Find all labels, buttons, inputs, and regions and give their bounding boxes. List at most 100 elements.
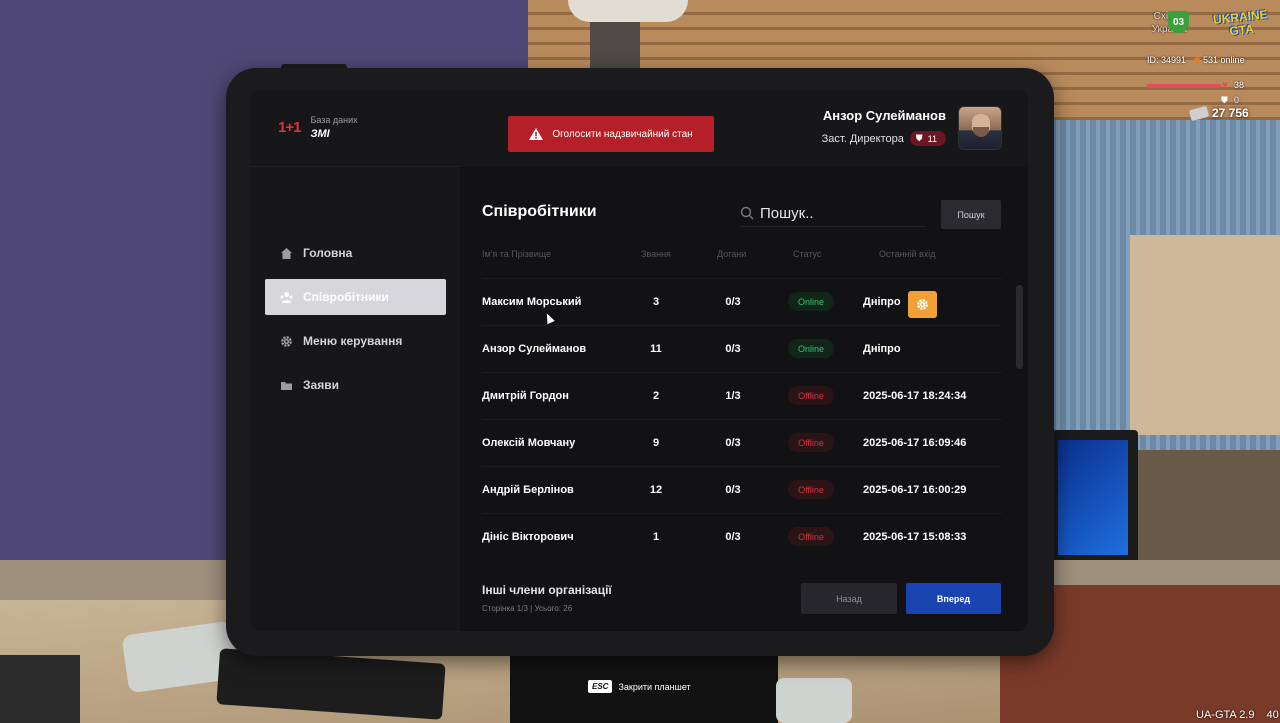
health-value: 38: [1234, 80, 1245, 90]
last-login: 2025-06-17 18:24:34: [863, 390, 967, 402]
online-dot-icon: [1194, 57, 1201, 63]
table-row[interactable]: Дініс Вікторович 1 0/3 Offline 2025-06-1…: [482, 513, 1002, 560]
close-tablet-hint[interactable]: ESC Закрити планшет: [588, 680, 691, 693]
status-badge: Offline: [788, 386, 834, 405]
user-name: Анзор Сулейманов: [822, 108, 946, 123]
back-button[interactable]: Назад: [801, 583, 897, 614]
last-login: Дніпро: [863, 296, 901, 308]
user-role: Заст. Директора: [821, 132, 904, 145]
last-login: Дніпро: [863, 343, 901, 355]
pagination-info: Сторінка 1/3 | Усього: 26: [482, 604, 573, 613]
status-badge: Online: [788, 292, 834, 311]
home-icon: [280, 247, 293, 260]
column-name: Ім'я та Прізвище: [482, 249, 552, 259]
ceiling-lamp: [568, 0, 688, 22]
version-label: UA-GTA 2.9 40: [1196, 709, 1279, 721]
table-row[interactable]: Максим Морський 3 0/3 Online Дніпро: [482, 278, 1002, 325]
desk-object: [0, 655, 80, 723]
status-badge: Offline: [788, 480, 834, 499]
column-last-login: Останній вхід: [879, 249, 936, 259]
employee-rank: 1: [652, 531, 660, 543]
column-status: Статус: [793, 249, 822, 259]
last-login: 2025-06-17 16:09:46: [863, 437, 967, 449]
sidebar-item-home[interactable]: Головна: [265, 235, 446, 271]
brand-logo: 1+1: [278, 119, 301, 136]
sidebar-divider: [250, 166, 460, 167]
employee-warnings: 0/3: [725, 296, 741, 308]
brand-subtitle: База даних: [310, 115, 358, 125]
warning-icon: [529, 128, 544, 140]
gear-icon: [280, 335, 293, 348]
table-row[interactable]: Анзор Сулейманов 11 0/3 Online Дніпро: [482, 325, 1002, 372]
employee-rank: 9: [652, 437, 660, 449]
desk-phone-2: [776, 678, 852, 723]
status-badge: Offline: [788, 527, 834, 546]
server-logo: UKRAINE GTA: [1212, 7, 1269, 39]
employee-name: Олексій Мовчану: [482, 437, 576, 449]
employee-rank: 12: [649, 484, 663, 496]
employee-settings-button[interactable]: [908, 291, 937, 318]
top-bar: Оголосити надзвичайний стан Анзор Сулейм…: [460, 90, 1028, 167]
employee-rank: 11: [650, 343, 662, 355]
employee-warnings: 0/3: [725, 484, 741, 496]
search-input[interactable]: [760, 204, 920, 222]
status-badge: Online: [788, 339, 834, 358]
employee-name: Анзор Сулейманов: [482, 343, 587, 355]
esc-key: ESC: [588, 680, 613, 693]
sidebar: 1+1 База даних ЗМІ Головна Співробітники: [250, 90, 460, 631]
sidebar-item-label: Співробітники: [303, 290, 389, 304]
next-button[interactable]: Вперед: [906, 583, 1001, 614]
sidebar-item-label: Головна: [303, 246, 353, 260]
avatar: [958, 106, 1002, 150]
employee-warnings: 0/3: [725, 531, 741, 543]
employee-warnings: 0/3: [725, 343, 741, 355]
money-value: 27 756: [1212, 106, 1249, 120]
employee-name: Максим Морський: [482, 296, 582, 308]
folder-icon: [280, 379, 293, 392]
employees-table: Максим Морський 3 0/3 Online Дніпро Анзо…: [482, 278, 1002, 560]
online-count: 531 online: [1194, 55, 1245, 65]
table-row[interactable]: Дмитрій Гордон 2 1/3 Offline 2025-06-17 …: [482, 372, 1002, 419]
table-header: Ім'я та Прізвище Звання Догани Статус Ос…: [482, 249, 1002, 261]
tablet-screen: 1+1 База даних ЗМІ Головна Співробітники: [250, 90, 1028, 631]
health-bar: [1147, 84, 1221, 88]
users-icon: [280, 291, 293, 304]
employee-name: Дмитрій Гордон: [482, 390, 569, 402]
table-scrollbar[interactable]: [1016, 285, 1023, 369]
sidebar-item-employees[interactable]: Співробітники: [265, 279, 446, 315]
sidebar-item-label: Заяви: [303, 378, 339, 392]
sidebar-item-label: Меню керування: [303, 334, 403, 348]
armor-icon: ⛊: [1221, 95, 1228, 105]
heart-icon: ♥: [1222, 80, 1228, 91]
close-tablet-label: Закрити планшет: [618, 681, 691, 692]
search-icon: [740, 206, 754, 220]
other-members-title: Інші члени організації: [482, 583, 612, 597]
employee-rank: 3: [652, 296, 660, 308]
brand-name: ЗМІ: [310, 128, 330, 140]
sidebar-item-control-menu[interactable]: Меню керування: [265, 323, 446, 359]
employee-warnings: 1/3: [725, 390, 741, 402]
last-login: 2025-06-17 16:00:29: [863, 484, 967, 496]
shield-icon: ⛊: [915, 133, 923, 143]
column-warnings: Догани: [717, 249, 747, 259]
employees-panel: Співробітники Пошук Ім'я та Прізвище Зва…: [460, 167, 1028, 631]
region-badge: 03: [1168, 11, 1189, 33]
employee-name: Андрій Берлінов: [482, 484, 574, 496]
player-info: ID: 34991 531 online: [1147, 55, 1245, 65]
employee-warnings: 0/3: [725, 437, 741, 449]
table-row[interactable]: Олексій Мовчану 9 0/3 Offline 2025-06-17…: [482, 419, 1002, 466]
employee-rank: 2: [652, 390, 660, 402]
sidebar-nav: Головна Співробітники Меню керування Зая…: [265, 235, 446, 411]
table-row[interactable]: Андрій Берлінов 12 0/3 Offline 2025-06-1…: [482, 466, 1002, 513]
search-button[interactable]: Пошук: [941, 200, 1001, 229]
emergency-label: Оголосити надзвичайний стан: [552, 128, 693, 140]
status-badge: Offline: [788, 433, 834, 452]
monitor-screen: [1058, 440, 1128, 555]
declare-emergency-button[interactable]: Оголосити надзвичайний стан: [508, 116, 714, 152]
brand: 1+1 База даних ЗМІ: [278, 115, 358, 140]
rank-badge: ⛊ 11: [909, 131, 946, 146]
employee-name: Дініс Вікторович: [482, 531, 574, 543]
sidebar-item-applications[interactable]: Заяви: [265, 367, 446, 403]
player-id: ID: 34991: [1147, 55, 1187, 65]
user-info: Анзор Сулейманов Заст. Директора ⛊ 11: [822, 108, 946, 146]
